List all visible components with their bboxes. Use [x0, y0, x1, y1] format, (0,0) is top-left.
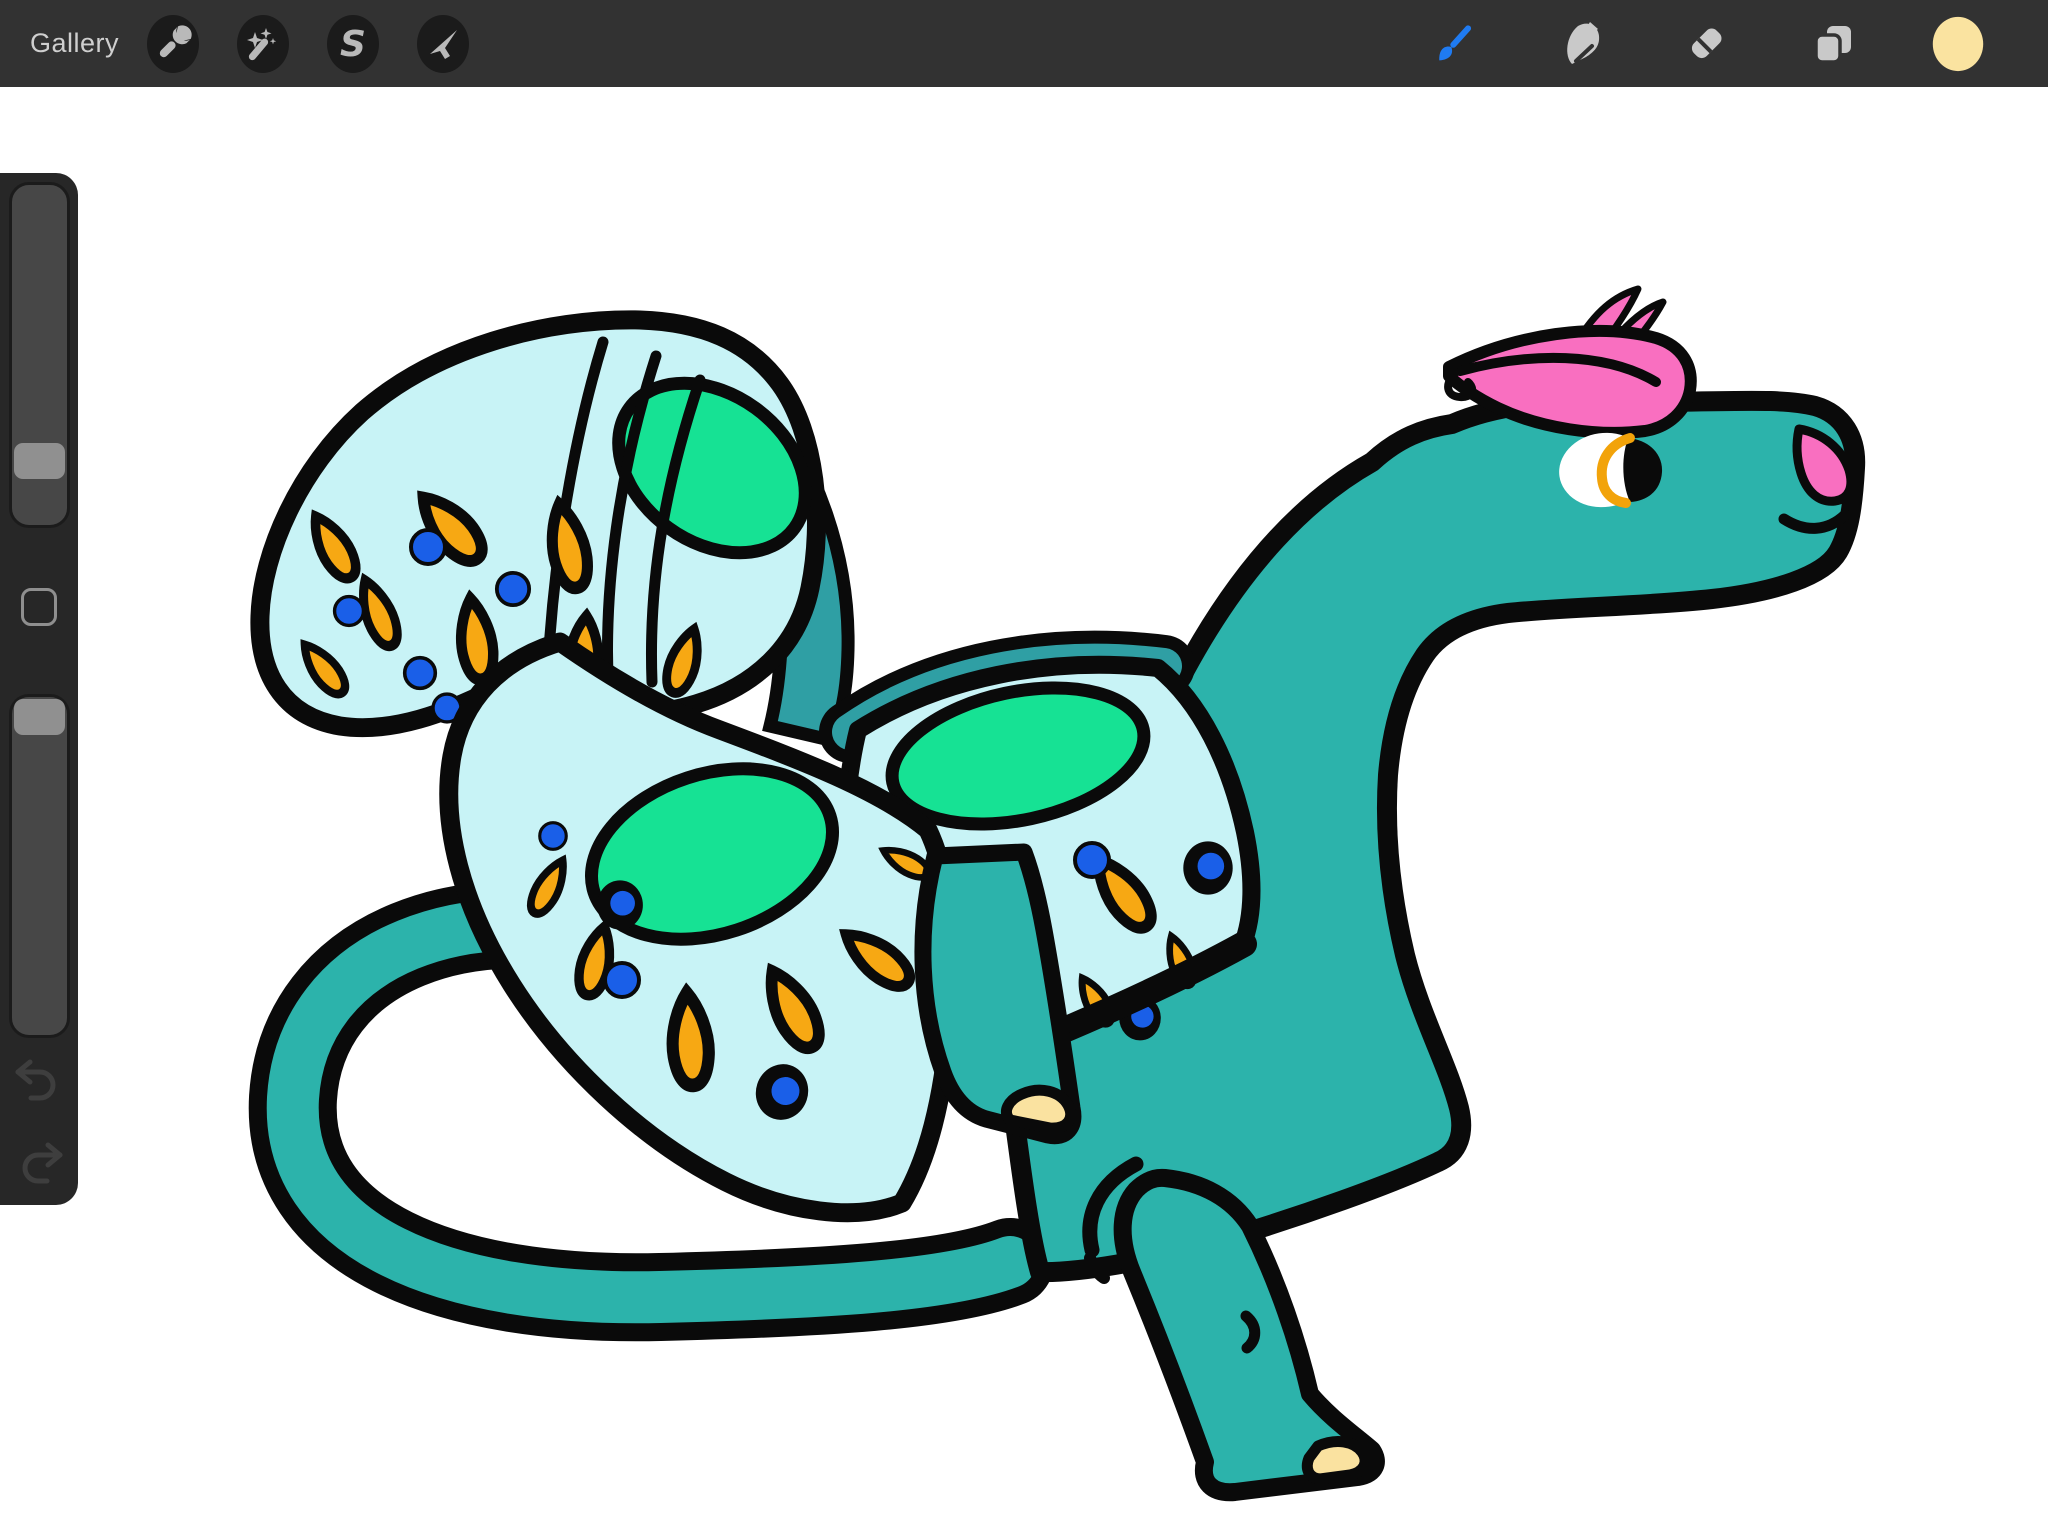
wrench-icon — [145, 12, 201, 76]
selection-button[interactable]: S — [325, 12, 381, 76]
brush-size-handle[interactable] — [14, 443, 65, 479]
transform-button[interactable] — [415, 12, 471, 76]
actions-button[interactable] — [145, 12, 201, 76]
magic-wand-icon — [235, 12, 291, 76]
front-claw — [1006, 1090, 1070, 1128]
color-button[interactable] — [1930, 12, 1986, 76]
layers-icon — [1804, 12, 1860, 76]
svg-text:S: S — [340, 24, 366, 65]
eraser-icon — [1678, 12, 1734, 76]
erase-tool-button[interactable] — [1678, 12, 1734, 76]
paint-tool-button[interactable] — [1426, 12, 1482, 76]
adjustments-button[interactable] — [235, 12, 291, 76]
drawing-canvas[interactable] — [0, 0, 2048, 1536]
modify-button[interactable] — [21, 588, 57, 626]
redo-arrow-icon — [0, 1142, 78, 1188]
layers-button[interactable] — [1804, 12, 1860, 76]
brush-size-slider[interactable] — [9, 182, 70, 528]
smudge-tool-button[interactable] — [1552, 12, 1608, 76]
color-swatch-circle — [1930, 12, 1986, 76]
hind-claw — [1307, 1441, 1365, 1479]
sidebar-controls — [0, 173, 78, 1205]
opacity-handle[interactable] — [14, 699, 65, 735]
dragon-artwork — [0, 0, 2048, 1536]
paintbrush-icon — [1426, 12, 1482, 76]
gallery-button[interactable]: Gallery — [30, 28, 119, 59]
redo-button[interactable] — [0, 1142, 78, 1188]
undo-button[interactable] — [0, 1059, 78, 1105]
opacity-slider[interactable] — [9, 694, 70, 1038]
undo-arrow-icon — [0, 1059, 78, 1105]
smudge-finger-icon — [1552, 12, 1608, 76]
top-toolbar: Gallery — [0, 0, 2048, 87]
arrow-cursor-icon — [415, 12, 471, 76]
procreate-window: Gallery — [0, 0, 2048, 1536]
s-ribbon-icon: S — [325, 12, 381, 76]
